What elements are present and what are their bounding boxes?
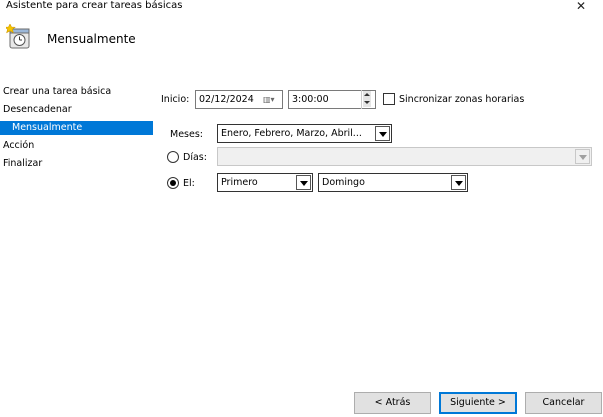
chevron-down-icon [575,149,590,164]
sync-timezones-label: Sincronizar zonas horarias [399,94,525,105]
spin-down-icon[interactable] [363,99,371,107]
title-bar: Asistente para crear tareas básicas ✕ [0,0,603,16]
start-label: Inicio: [161,94,190,105]
days-radio[interactable] [167,151,179,163]
on-label: El: [183,178,195,189]
window-title: Asistente para crear tareas básicas [6,0,183,11]
start-date-picker[interactable]: 02/12/2024 ▥▾ [195,90,283,109]
weekday-value: Domingo [322,177,365,188]
on-radio[interactable] [167,177,179,189]
days-label: Días: [183,152,207,163]
weekday-select[interactable]: Domingo [318,173,468,192]
sidebar-item-crear-tarea[interactable]: Crear una tarea básica [3,85,111,99]
start-time-value: 3:00:00 [292,94,329,105]
months-label: Meses: [170,129,203,140]
calendar-dropdown-icon[interactable]: ▥▾ [263,91,275,108]
months-select[interactable]: Enero, Febrero, Marzo, Abril... [217,124,392,143]
time-spinner[interactable] [361,90,371,109]
sidebar-item-accion[interactable]: Acción [3,139,34,153]
week-value: Primero [221,177,258,188]
chevron-down-icon[interactable] [296,175,311,190]
start-date-value: 02/12/2024 [199,94,254,105]
sidebar-item-finalizar[interactable]: Finalizar [3,157,42,171]
chevron-down-icon[interactable] [375,126,390,141]
back-button[interactable]: < Atrás [354,392,431,414]
spin-up-icon[interactable] [363,91,371,99]
sidebar-item-desencadenar[interactable]: Desencadenar [3,103,72,117]
months-value: Enero, Febrero, Marzo, Abril... [221,128,362,139]
cancel-button[interactable]: Cancelar [525,392,602,414]
close-icon: ✕ [575,0,587,13]
sync-timezones-checkbox[interactable] [383,93,395,105]
scheduled-task-clock-icon [4,23,30,50]
days-select [217,147,592,166]
close-button[interactable]: ✕ [566,0,596,15]
sidebar-item-mensualmente[interactable]: Mensualmente [0,121,153,135]
next-button[interactable]: Siguiente > [439,392,517,414]
week-select[interactable]: Primero [217,173,313,192]
page-title: Mensualmente [47,32,136,46]
chevron-down-icon[interactable] [451,175,466,190]
